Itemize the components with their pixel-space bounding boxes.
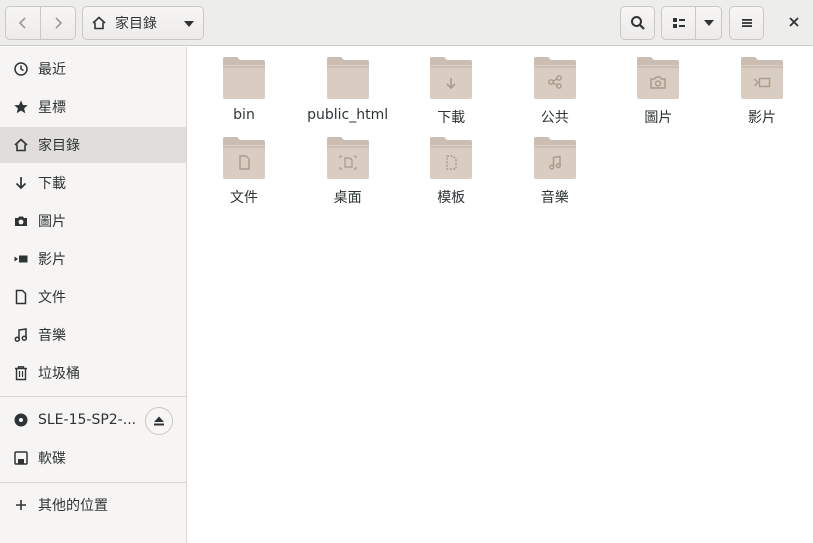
chevron-left-icon	[18, 17, 26, 29]
file-item[interactable]: 圖片	[606, 55, 710, 127]
close-icon	[789, 17, 799, 27]
download-arrow-icon	[13, 175, 29, 191]
folder-icon	[326, 57, 369, 99]
sidebar-item-recent[interactable]: 最近	[0, 51, 186, 87]
sidebar-item-other-locations[interactable]: 其他的位置	[0, 487, 186, 523]
file-item-label: 圖片	[644, 110, 673, 126]
file-item-label: 桌面	[333, 190, 362, 206]
sidebar-item-label: 其他的位置	[38, 498, 108, 514]
video-icon	[13, 251, 29, 267]
sidebar-item-label: 最近	[38, 62, 66, 78]
header-bar: 家目錄	[0, 0, 813, 46]
file-item-label: 影片	[748, 110, 776, 126]
sidebar-item-floppy[interactable]: 軟碟	[0, 440, 186, 476]
sidebar-item-label: 垃圾桶	[38, 366, 80, 382]
sidebar-item-label: 文件	[38, 290, 66, 306]
camera-icon	[13, 213, 29, 229]
optical-disc-icon	[13, 412, 29, 428]
view-options-dropdown[interactable]	[695, 6, 722, 40]
file-item[interactable]: bin	[192, 55, 296, 123]
file-item[interactable]: 公共	[503, 55, 607, 127]
caret-down-icon	[184, 21, 194, 27]
sidebar-item-label: 音樂	[38, 328, 66, 344]
file-grid: bin public_html 下載 公共 圖片 影片文件 桌面 模板 音樂	[188, 47, 813, 543]
file-item-label: 文件	[230, 190, 258, 206]
caret-down-icon	[703, 20, 714, 26]
clock-icon	[13, 61, 29, 77]
file-item[interactable]: public_html	[296, 55, 400, 123]
trash-icon	[13, 365, 29, 381]
file-item[interactable]: 下載	[399, 55, 503, 127]
home-icon	[13, 137, 29, 153]
file-item[interactable]: 音樂	[503, 135, 607, 207]
sidebar-item-trash[interactable]: 垃圾桶	[0, 355, 186, 391]
sidebar-item-home[interactable]: 家目錄	[0, 127, 186, 163]
file-item[interactable]: 影片	[710, 55, 813, 127]
sidebar-item-label: 影片	[38, 252, 66, 268]
sidebar-item-label: 家目錄	[38, 138, 80, 154]
file-item-label: 音樂	[540, 190, 569, 206]
sidebar-item-documents[interactable]: 文件	[0, 279, 186, 315]
sidebar-separator	[0, 482, 186, 483]
file-item-label: bin	[233, 107, 255, 123]
plus-icon	[13, 497, 29, 513]
folder-share-icon	[533, 57, 576, 99]
sidebar-item-videos[interactable]: 影片	[0, 241, 186, 277]
search-icon	[630, 16, 645, 30]
folder-desktop-icon	[326, 137, 369, 179]
sidebar-item-label: 軟碟	[38, 451, 66, 467]
file-item[interactable]: 桌面	[296, 135, 400, 207]
file-item[interactable]: 文件	[192, 135, 296, 207]
folder-videos-icon	[741, 57, 783, 99]
floppy-icon	[13, 450, 29, 466]
main-menu-button[interactable]	[729, 6, 764, 40]
sidebar-item-label: 圖片	[38, 214, 66, 230]
eject-button[interactable]	[145, 407, 173, 435]
sidebar: 最近 星標 家目錄 下載 圖片 影片 文件 音樂 垃圾桶 SLE-15-SP2-…	[0, 47, 187, 543]
chevron-right-icon	[55, 17, 63, 29]
folder-pictures-icon	[637, 57, 680, 99]
sidebar-item-label: SLE-15-SP2-...	[38, 412, 137, 428]
sidebar-item-label: 下載	[38, 176, 66, 192]
path-bar-home-button[interactable]: 家目錄	[82, 6, 204, 40]
document-icon	[13, 289, 29, 305]
music-note-icon	[13, 327, 29, 343]
file-item-label: 公共	[540, 110, 569, 126]
file-item-label: 下載	[437, 110, 466, 126]
file-item-label: public_html	[307, 107, 389, 123]
sidebar-item-downloads[interactable]: 下載	[0, 165, 186, 201]
view-mode-button[interactable]	[661, 6, 696, 40]
folder-templates-icon	[430, 137, 473, 179]
path-label: 家目錄	[115, 16, 157, 32]
file-item[interactable]: 模板	[399, 135, 503, 207]
search-button[interactable]	[620, 6, 655, 40]
sidebar-item-pictures[interactable]: 圖片	[0, 203, 186, 239]
hamburger-menu-icon	[741, 19, 752, 27]
file-manager-window: 家目錄 最近 星標 家目錄 下載 圖片 影片 文件 音樂 垃圾桶 SLE-15-…	[0, 0, 813, 543]
folder-download-icon	[430, 57, 473, 99]
sidebar-separator	[0, 396, 186, 397]
forward-button[interactable]	[40, 6, 76, 40]
star-icon	[13, 99, 29, 115]
sidebar-item-label: 星標	[38, 100, 66, 116]
sidebar-item-music[interactable]: 音樂	[0, 317, 186, 353]
file-item-label: 模板	[437, 190, 466, 206]
home-icon	[92, 16, 106, 30]
sidebar-item-starred[interactable]: 星標	[0, 89, 186, 125]
folder-documents-icon	[223, 137, 265, 179]
folder-music-icon	[533, 137, 576, 179]
folder-icon	[223, 57, 265, 99]
eject-icon	[154, 416, 164, 426]
list-view-icon	[672, 18, 685, 28]
back-button[interactable]	[5, 6, 41, 40]
close-window-button[interactable]	[784, 12, 804, 32]
